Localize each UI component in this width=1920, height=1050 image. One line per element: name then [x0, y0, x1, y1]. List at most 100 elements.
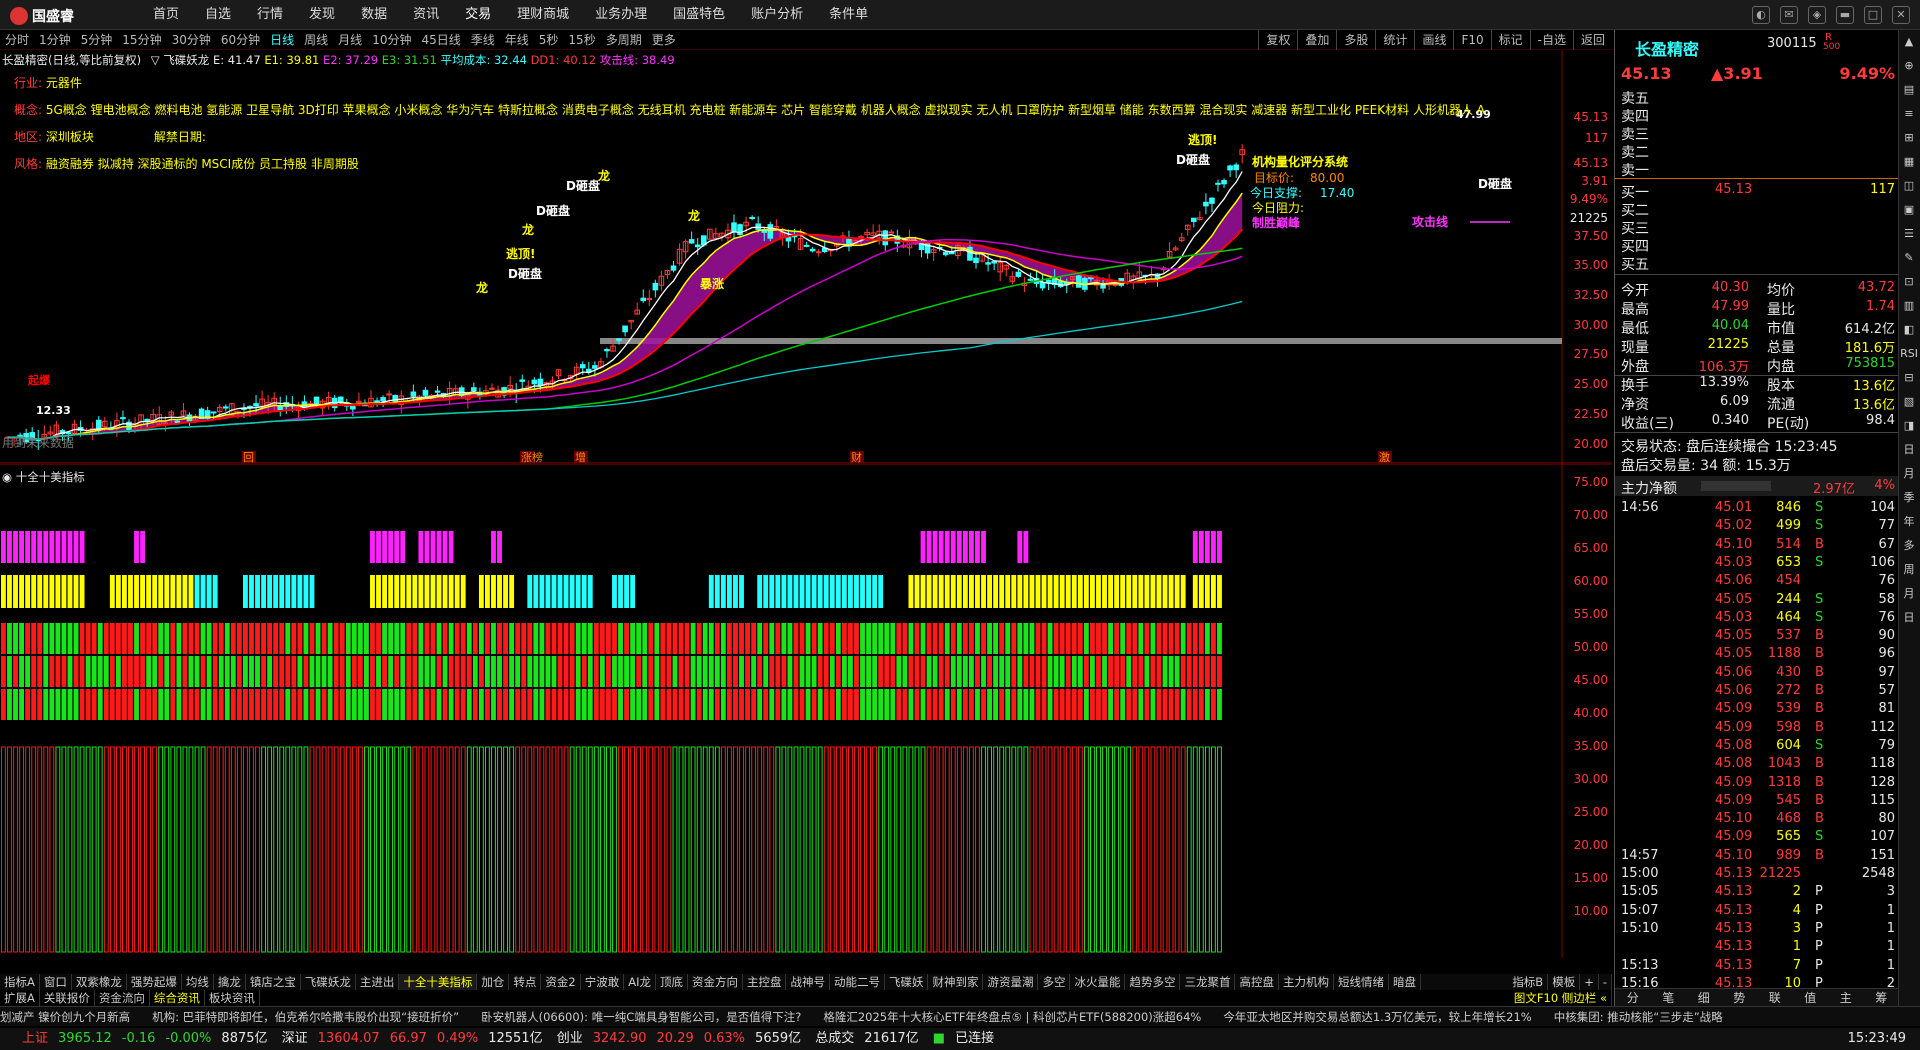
menu-item-0[interactable]: 首页 — [140, 0, 192, 30]
tool-5[interactable]: F10 — [1453, 30, 1490, 50]
mail-icon[interactable]: ✉ — [1780, 6, 1798, 24]
sidebar-tool-icon[interactable]: ⊞ — [1899, 126, 1919, 150]
maximize-icon[interactable]: □ — [1864, 6, 1882, 24]
indicator-tab[interactable]: 飞碟妖龙 — [301, 974, 356, 990]
indicator-tab-right[interactable]: 模板 — [1548, 974, 1581, 990]
menu-item-10[interactable]: 账户分析 — [738, 0, 816, 30]
message-icon[interactable]: ◐ — [1752, 6, 1770, 24]
sidebar-period[interactable]: 日 — [1899, 438, 1919, 462]
indicator-tab[interactable]: 高控盘 — [1235, 974, 1279, 990]
tool-1[interactable]: 叠加 — [1297, 30, 1336, 50]
quote-tab[interactable]: 主 — [1828, 989, 1864, 1006]
news-item[interactable]: 今年亚太地区并购交易总额达1.3万亿美元，较上年增长21% — [1223, 1010, 1531, 1024]
period-10[interactable]: 45日线 — [416, 31, 465, 48]
quote-tab[interactable]: 值 — [1793, 989, 1829, 1006]
tool-2[interactable]: 多股 — [1336, 30, 1375, 50]
indicator-tab[interactable]: 资金方向 — [688, 974, 743, 990]
indicator-panel[interactable]: 75.00 70.00 65.00 60.00 55.00 50.00 45.00 40.00… — [0, 464, 1612, 958]
period-9[interactable]: 10分钟 — [367, 31, 416, 48]
sidebar-tool-icon[interactable]: RSI — [1899, 342, 1919, 366]
event-marker[interactable]: 增 — [575, 450, 586, 464]
sidebar-tool-icon[interactable]: ▤ — [1899, 78, 1919, 102]
indicator-tab[interactable]: 镇店之宝 — [246, 974, 301, 990]
menu-item-8[interactable]: 业务办理 — [582, 0, 660, 30]
tool-6[interactable]: 标记 — [1490, 30, 1530, 50]
sidebar-tool-icon[interactable]: ▦ — [1899, 150, 1919, 174]
sidebar-tool-icon[interactable]: ▲ — [1899, 30, 1919, 54]
sidebar-tool-icon[interactable]: ⊕ — [1899, 54, 1919, 78]
event-marker[interactable]: 激 — [1379, 450, 1390, 464]
sidebar-period[interactable]: 月 — [1899, 462, 1919, 486]
quote-tab[interactable]: 笔 — [1651, 989, 1687, 1006]
event-marker[interactable]: 涨榜 — [521, 450, 543, 464]
sidebar-tool-icon[interactable]: ◧ — [1899, 318, 1919, 342]
indicator-tab[interactable]: 冰火量能 — [1070, 974, 1126, 990]
period-14[interactable]: 15秒 — [563, 31, 600, 48]
event-marker[interactable]: 回 — [243, 451, 254, 464]
period-0[interactable]: 分时 — [0, 31, 34, 48]
info-tab[interactable]: 扩展A — [0, 990, 40, 1006]
indicator-tab[interactable]: 双紫橡龙 — [72, 974, 127, 990]
quote-tab[interactable]: 势 — [1722, 989, 1758, 1006]
menu-item-9[interactable]: 国盛特色 — [660, 0, 738, 30]
indicator-tab[interactable]: 十全十美指标 — [399, 974, 478, 990]
indicator-tab-right[interactable]: - — [1599, 974, 1612, 990]
sidebar-tool-icon[interactable]: ◨ — [1899, 414, 1919, 438]
menu-item-5[interactable]: 资讯 — [400, 0, 452, 30]
quote-tab[interactable]: 联 — [1757, 989, 1793, 1006]
period-7[interactable]: 周线 — [299, 31, 333, 48]
info-tab[interactable]: 板块资讯 — [205, 990, 260, 1006]
indicator-tab[interactable]: 指标A — [0, 974, 40, 990]
sidebar-tool-icon[interactable]: ☰ — [1899, 222, 1919, 246]
info-tab[interactable]: 资金流向 — [95, 990, 150, 1006]
sidebar-tool-icon[interactable]: ▥ — [1899, 294, 1919, 318]
sidebar-toggle[interactable]: 图文F10 侧边栏 « — [1510, 990, 1612, 1006]
period-12[interactable]: 年线 — [500, 31, 534, 48]
indicator-tab[interactable]: 财神到家 — [928, 974, 984, 990]
sidebar-period[interactable]: 周 — [1899, 558, 1919, 582]
period-13[interactable]: 5秒 — [534, 31, 564, 48]
indicator-tab[interactable]: 擒龙 — [214, 974, 246, 990]
period-16[interactable]: 更多 — [647, 31, 681, 48]
indicator-tab[interactable]: 游资量潮 — [983, 974, 1039, 990]
menu-item-3[interactable]: 发现 — [296, 0, 348, 30]
indicator-tab[interactable]: 飞碟妖 — [885, 974, 929, 990]
menu-item-7[interactable]: 理财商城 — [504, 0, 582, 30]
indicator-tab[interactable]: 战神号 — [786, 974, 830, 990]
period-1[interactable]: 1分钟 — [34, 31, 76, 48]
tool-7[interactable]: -自选 — [1529, 30, 1573, 50]
period-6[interactable]: 日线 — [265, 31, 299, 48]
tool-8[interactable]: 返回 — [1572, 30, 1612, 50]
period-15[interactable]: 多周期 — [601, 31, 647, 48]
indicator-tab[interactable]: 多空 — [1038, 974, 1071, 990]
sidebar-period[interactable]: 日 — [1899, 606, 1919, 630]
indicator-tab[interactable]: 加仓 — [477, 974, 510, 990]
indicator-tab[interactable]: 强势起爆 — [127, 974, 182, 990]
indicator-tab[interactable]: 资金2 — [541, 974, 581, 990]
indicator-tab-right[interactable]: 指标B — [1508, 974, 1549, 990]
indicator-tab[interactable]: 窗口 — [40, 974, 72, 990]
event-marker[interactable]: 财 — [851, 450, 862, 464]
tool-4[interactable]: 画线 — [1414, 30, 1453, 50]
sidebar-tool-icon[interactable]: ▧ — [1899, 390, 1919, 414]
quote-tab[interactable]: 分 — [1615, 989, 1651, 1006]
info-tab[interactable]: 综合资讯 — [150, 990, 205, 1006]
news-item[interactable]: 卧安机器人(06600): 唯一纯C端具身智能公司，是否值得下注? — [481, 1010, 801, 1024]
news-item[interactable]: 格隆汇2025年十大核心ETF年终盘点⑤ | 科创芯片ETF(588200)涨超… — [823, 1010, 1201, 1024]
sidebar-tool-icon[interactable]: ≡ — [1899, 102, 1919, 126]
indicator-tab[interactable]: 暗盘 — [1389, 974, 1421, 990]
sidebar-tool-icon[interactable]: ⊡ — [1899, 270, 1919, 294]
close-icon[interactable]: ✕ — [1892, 6, 1910, 24]
tool-0[interactable]: 复权 — [1258, 30, 1297, 50]
quote-tab[interactable]: 细 — [1686, 989, 1722, 1006]
indicator-tab[interactable]: 宁波敢 — [581, 974, 625, 990]
indicator-tab[interactable]: 主进出 — [356, 974, 400, 990]
sidebar-period[interactable]: 年 — [1899, 510, 1919, 534]
menu-item-4[interactable]: 数据 — [348, 0, 400, 30]
indicator-tab[interactable]: 三龙聚首 — [1180, 974, 1236, 990]
indicator-tab[interactable]: 短线情绪 — [1334, 974, 1389, 990]
sidebar-tool-icon[interactable]: ✎ — [1899, 246, 1919, 270]
indicator-tab[interactable]: 趋势多空 — [1125, 974, 1181, 990]
sidebar-tool-icon[interactable]: ◫ — [1899, 174, 1919, 198]
period-11[interactable]: 季线 — [466, 31, 500, 48]
